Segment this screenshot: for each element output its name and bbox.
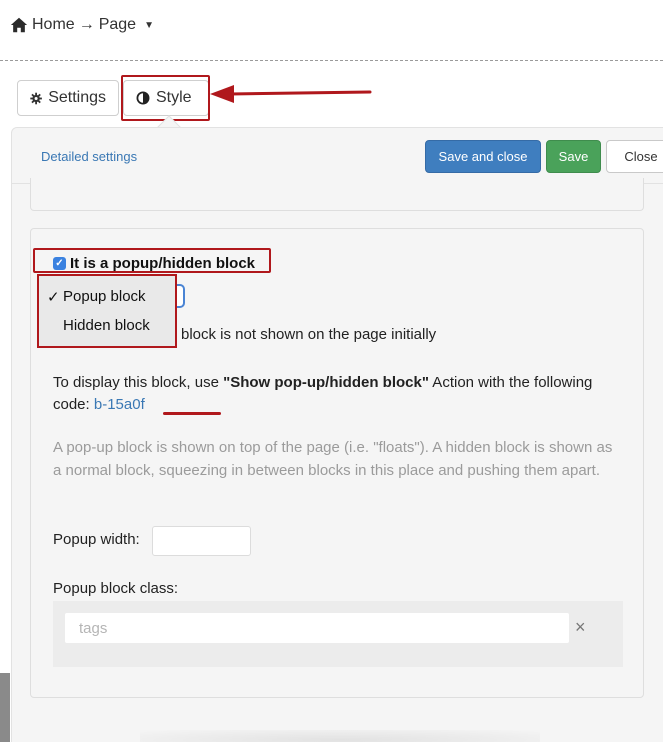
style-panel: Detailed settings Save and close Save Cl… [11,127,663,742]
tags-container: × [53,601,623,667]
action-name: "Show pop-up/hidden block" [223,374,429,391]
option-hidden-block[interactable]: Hidden block [39,311,175,340]
gear-icon [30,92,42,104]
popup-width-input[interactable] [152,526,251,556]
contrast-icon [136,91,150,105]
popup-checkbox-row[interactable]: ✓ It is a popup/hidden block [53,255,255,272]
option-label: Popup block [63,288,146,305]
save-button[interactable]: Save [546,140,601,173]
background-edge [0,673,10,742]
display-instructions: To display this block, use "Show pop-up/… [53,374,593,413]
popup-description: A pop-up block is shown on top of the pa… [53,439,613,479]
popup-width-label: Popup width: [53,531,140,548]
popup-checkbox[interactable]: ✓ [53,257,66,270]
close-icon[interactable]: × [575,617,586,638]
dashed-divider [0,60,663,61]
home-icon[interactable] [10,16,28,34]
breadcrumb-home[interactable]: Home [32,16,75,34]
breadcrumb: Home → Page ▼ [10,16,154,34]
caret-down-icon[interactable]: ▼ [144,20,154,31]
popup-settings-card: ✓ It is a popup/hidden block ✓ Popup blo… [30,228,644,698]
annotation-arrow [210,85,372,103]
previous-section-card [30,178,644,211]
tags-input[interactable] [65,613,569,643]
breadcrumb-page[interactable]: Page [99,16,136,34]
close-button[interactable]: Close [606,140,663,173]
check-icon: ✓ [47,288,60,306]
option-popup-block[interactable]: ✓ Popup block [39,282,175,311]
code-underline-mark [163,412,221,415]
option-label: Hidden block [63,317,150,334]
popup-class-label: Popup block class: [53,580,179,597]
tab-style[interactable]: Style [123,80,209,116]
tab-settings-label: Settings [48,89,106,106]
tab-style-label: Style [156,89,192,106]
breadcrumb-separator: → [78,16,95,33]
detailed-settings-link[interactable]: Detailed settings [41,149,137,164]
tab-settings[interactable]: Settings [17,80,119,116]
panel-header: Detailed settings Save and close Save Cl… [12,128,663,184]
page: Home → Page ▼ Settings Style Detailed se… [0,0,663,742]
block-type-dropdown[interactable]: ✓ Popup block Hidden block [37,274,177,348]
save-and-close-button[interactable]: Save and close [425,140,541,173]
hidden-note: block is not shown on the page initially [181,326,437,343]
block-code[interactable]: b-15a0f [94,396,145,413]
bottom-shadow [140,730,540,742]
popup-checkbox-label: It is a popup/hidden block [70,255,256,272]
